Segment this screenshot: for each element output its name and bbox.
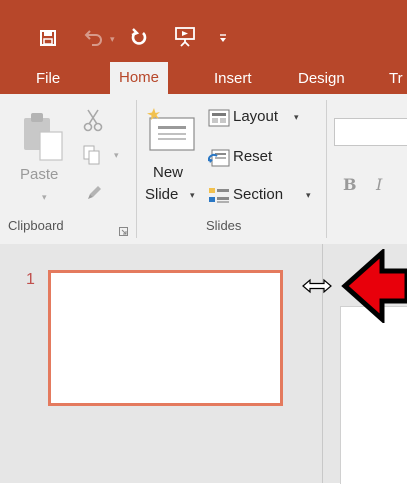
new-slide-label-line2: Slide [145,186,179,203]
repeat-icon[interactable] [130,27,148,52]
paste-label: Paste [20,166,59,183]
slide-thumbnail[interactable] [48,270,283,406]
cut-icon[interactable] [82,108,104,137]
new-slide-dropdown-icon[interactable]: ▾ [190,190,195,201]
tab-home[interactable]: Home [110,62,169,94]
tab-transitions[interactable]: Tr [389,70,403,87]
ribbon: Paste ▾ ▾ Clipboard New Slide ▾ Layout ▾… [0,94,407,245]
slide-number: 1 [26,271,35,288]
tab-file[interactable]: File [36,70,60,87]
group-separator [136,100,137,238]
present-from-beginning-icon[interactable] [174,26,196,53]
undo-icon[interactable] [84,28,106,51]
section-dropdown-icon: ▾ [306,190,311,200]
ribbon-tab-bar: File Home Insert Design Tr [0,62,407,94]
group-separator [326,100,327,238]
new-slide-label-line1: New [153,164,184,181]
paste-dropdown-icon[interactable]: ▾ [42,192,47,203]
title-bar: ▾ [0,0,407,62]
reset-label: Reset [233,148,273,165]
undo-dropdown-icon[interactable]: ▾ [110,34,115,45]
annotation-arrow-icon [340,247,407,328]
copy-icon[interactable] [82,144,102,171]
slide-canvas[interactable] [340,306,407,484]
reset-button[interactable]: Reset [208,146,298,170]
clipboard-group-label: Clipboard [8,218,64,233]
layout-button[interactable]: Layout ▾ [208,106,318,130]
section-button[interactable]: Section ▾ [208,184,320,208]
slides-group-label: Slides [206,218,242,233]
italic-button[interactable]: I [376,175,382,194]
tab-insert[interactable]: Insert [214,70,252,87]
save-icon[interactable] [40,30,56,51]
resize-cursor-icon [302,278,332,299]
customize-qat-icon[interactable] [218,30,228,47]
format-painter-icon[interactable] [86,182,104,205]
copy-dropdown-icon[interactable]: ▾ [114,150,119,161]
bold-button[interactable]: B [343,175,357,194]
paste-button[interactable] [22,110,66,170]
layout-label: Layout [233,108,279,125]
font-name-input[interactable] [334,118,407,146]
tab-design[interactable]: Design [298,70,345,87]
clipboard-launcher-icon[interactable] [119,223,128,241]
layout-dropdown-icon: ▾ [294,112,299,122]
section-label: Section [233,186,284,203]
